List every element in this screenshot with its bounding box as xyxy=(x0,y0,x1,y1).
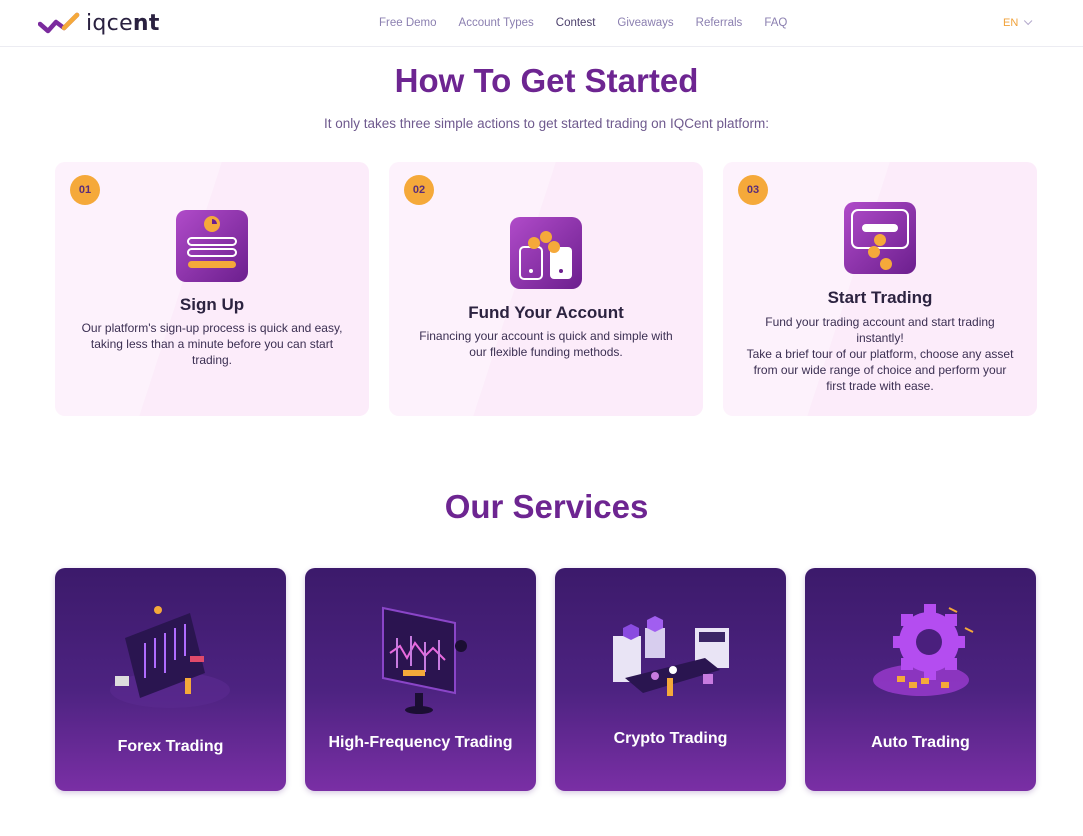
step-title: Fund Your Account xyxy=(468,303,624,322)
step-title: Sign Up xyxy=(179,295,245,314)
service-label: Auto Trading xyxy=(871,734,970,751)
how-to-subtitle: It only takes three simple actions to ge… xyxy=(324,116,769,131)
nav-contest[interactable]: Contest xyxy=(556,17,596,29)
service-label: Crypto Trading xyxy=(613,730,728,747)
step-number-badge: 03 xyxy=(738,175,768,205)
fund-coins-icon xyxy=(510,217,582,289)
monitor-candles-illustration xyxy=(382,606,467,714)
step-title: Start Trading xyxy=(827,288,933,307)
gear-robot-illustration xyxy=(873,604,974,696)
language-selector[interactable]: EN xyxy=(1003,16,1033,29)
nav-giveaways[interactable]: Giveaways xyxy=(617,17,673,29)
trading-card-icon xyxy=(844,202,916,274)
nav-account-types[interactable]: Account Types xyxy=(459,17,534,29)
site-header: iqcent Free Demo Account Types Contest G… xyxy=(0,0,1083,47)
step-description: Our platform's sign-up process is quick … xyxy=(81,321,343,367)
step-number-badge: 02 xyxy=(404,175,434,205)
service-card-crypto[interactable]: Crypto Trading xyxy=(555,568,786,791)
main-nav: Free Demo Account Types Contest Giveaway… xyxy=(379,17,809,29)
service-card-forex[interactable]: Forex Trading xyxy=(55,568,286,791)
nav-faq[interactable]: FAQ xyxy=(764,17,787,29)
forex-chart-illustration xyxy=(110,606,230,708)
step-card-signup: 01 Sign Up Our platform's sign-up proces… xyxy=(55,162,369,416)
logo-text: iqcent xyxy=(86,10,160,36)
service-label: High-Frequency Trading xyxy=(328,734,513,751)
service-label: Forex Trading xyxy=(117,738,224,755)
step-card-fund: 02 Fund Your Account Financing your acco… xyxy=(389,162,703,416)
step-number-badge: 01 xyxy=(70,175,100,205)
service-card-auto[interactable]: Auto Trading xyxy=(805,568,1036,791)
language-label: EN xyxy=(1003,17,1019,29)
chevron-down-icon xyxy=(1024,16,1033,26)
logo-mark-icon xyxy=(38,12,80,34)
how-to-title: How To Get Started xyxy=(394,62,699,99)
nav-free-demo[interactable]: Free Demo xyxy=(379,17,437,29)
step-description: Fund your trading account and start trad… xyxy=(746,315,1014,393)
nav-referrals[interactable]: Referrals xyxy=(696,17,743,29)
signup-form-icon xyxy=(176,210,248,282)
logo[interactable]: iqcent xyxy=(38,10,160,36)
service-card-hft[interactable]: High-Frequency Trading xyxy=(305,568,536,791)
step-card-trading: 03 Start Trading Fund your trading accou… xyxy=(723,162,1037,416)
crypto-machine-illustration xyxy=(613,616,729,696)
services-title: Our Services xyxy=(444,488,649,525)
step-description: Financing your account is quick and simp… xyxy=(419,329,673,359)
